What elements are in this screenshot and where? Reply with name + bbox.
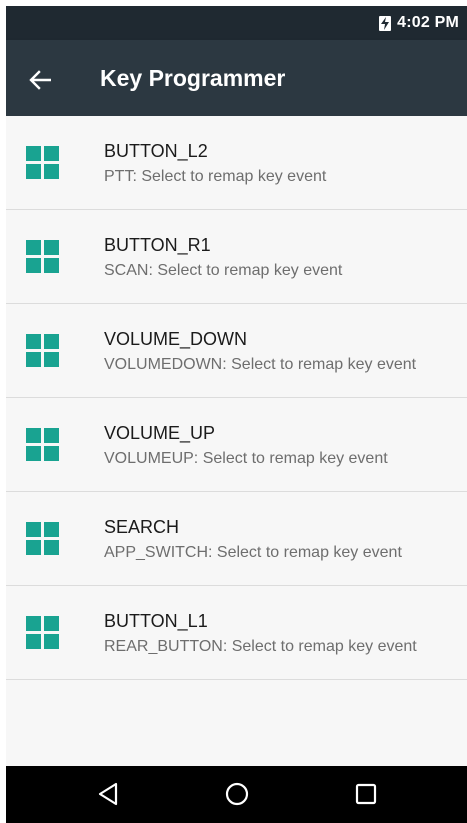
item-subtitle: SCAN: Select to remap key event [104, 262, 343, 279]
list-item[interactable]: VOLUME_DOWN VOLUMEDOWN: Select to remap … [6, 304, 467, 398]
back-button[interactable] [20, 60, 60, 100]
item-title: BUTTON_L1 [104, 611, 208, 631]
grid-icon [26, 522, 60, 556]
navigation-bar [6, 766, 467, 823]
list-item[interactable]: BUTTON_L2 PTT: Select to remap key event [6, 116, 467, 210]
item-subtitle: APP_SWITCH: Select to remap key event [104, 544, 402, 561]
status-time: 4:02 PM [397, 14, 459, 31]
item-subtitle: REAR_BUTTON: Select to remap key event [104, 638, 417, 655]
home-circle-icon [225, 782, 249, 806]
screen: 4:02 PM Key Programmer BUTTON_L2 PTT: Se… [6, 6, 467, 823]
item-title: BUTTON_R1 [104, 235, 211, 255]
page-title: Key Programmer [100, 65, 286, 91]
item-title: BUTTON_L2 [104, 141, 208, 161]
item-title: VOLUME_UP [104, 423, 216, 443]
list-item[interactable]: SEARCH APP_SWITCH: Select to remap key e… [6, 492, 467, 586]
grid-icon [26, 428, 60, 462]
item-subtitle: PTT: Select to remap key event [104, 168, 327, 185]
list-item[interactable]: BUTTON_R1 SCAN: Select to remap key even… [6, 210, 467, 304]
grid-icon [26, 334, 60, 368]
nav-home-button[interactable] [215, 774, 259, 814]
status-right: 4:02 PM [379, 6, 459, 40]
status-bar: 4:02 PM [6, 6, 467, 40]
nav-recents-button[interactable] [344, 774, 388, 814]
list-item[interactable]: BUTTON_L1 REAR_BUTTON: Select to remap k… [6, 586, 467, 680]
item-title: VOLUME_DOWN [104, 329, 248, 349]
grid-icon [26, 240, 60, 274]
item-subtitle: VOLUMEDOWN: Select to remap key event [104, 356, 417, 373]
nav-back-button[interactable] [86, 774, 130, 814]
back-triangle-icon [98, 782, 118, 806]
list-item[interactable]: VOLUME_UP VOLUMEUP: Select to remap key … [6, 398, 467, 492]
app-bar: Key Programmer [6, 40, 467, 116]
grid-icon [26, 146, 60, 180]
grid-icon [26, 616, 60, 650]
item-subtitle: VOLUMEUP: Select to remap key event [104, 450, 388, 467]
back-arrow-icon [29, 70, 51, 90]
recents-square-icon [355, 783, 377, 805]
item-title: SEARCH [104, 517, 180, 537]
battery-charging-icon [379, 15, 392, 31]
key-list: BUTTON_L2 PTT: Select to remap key event… [6, 116, 467, 680]
